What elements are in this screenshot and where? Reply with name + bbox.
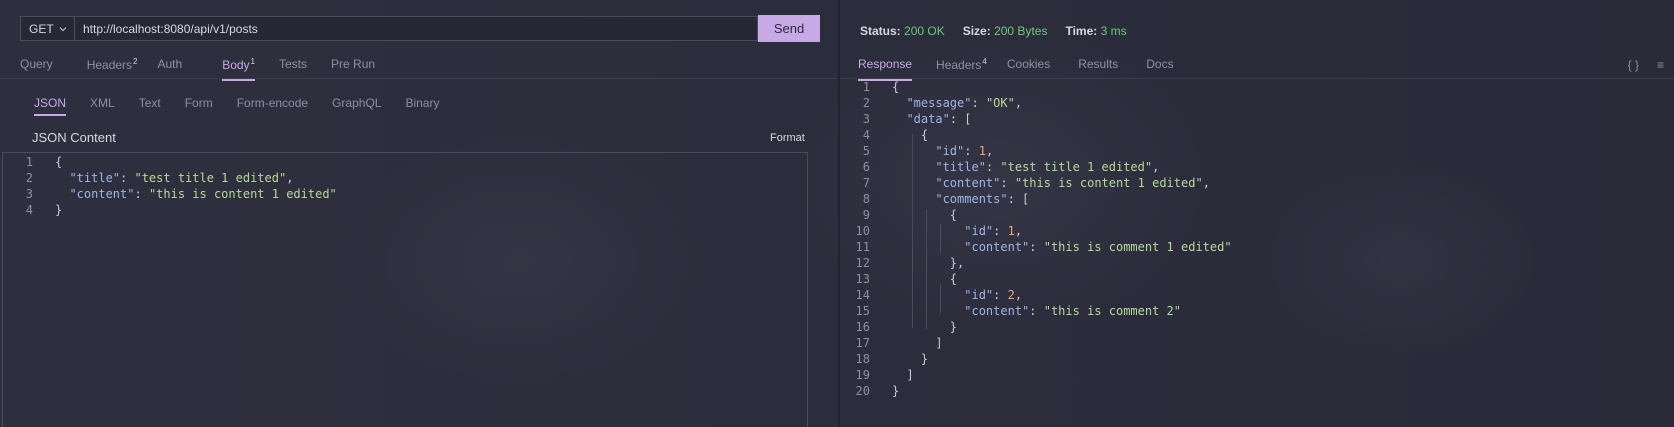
code-line: 19 ] — [855, 368, 914, 382]
code-line: 13 { — [855, 272, 958, 286]
body-type-form-encode[interactable]: Form-encode — [237, 96, 308, 110]
code-line: 4} — [25, 203, 63, 217]
body-type-binary[interactable]: Binary — [405, 96, 439, 110]
body-type-graphql[interactable]: GraphQL — [332, 96, 381, 110]
method-label: GET — [29, 21, 54, 36]
code-line: 10 "id": 1, — [855, 224, 1023, 238]
code-line: 7 "content": "this is content 1 edited", — [862, 176, 1210, 190]
code-line: 3 "content": "this is content 1 edited" — [25, 187, 337, 201]
tab-query[interactable]: Query — [20, 57, 53, 79]
tab-response[interactable]: Response — [858, 57, 913, 81]
code-line: 18 } — [855, 352, 929, 366]
url-bar: GET http://localhost:8080/api/v1/posts S… — [20, 15, 820, 43]
url-text: http://localhost:8080/api/v1/posts — [83, 21, 258, 36]
code-line: 1{ — [862, 80, 900, 94]
tab-headers[interactable]: Headers2 — [87, 57, 138, 79]
body-type-form[interactable]: Form — [185, 96, 213, 110]
tab-auth[interactable]: Auth — [158, 57, 183, 79]
code-line: 4 { — [862, 128, 929, 142]
code-line: 15 "content": "this is comment 2" — [855, 304, 1182, 318]
response-toolbar: { } ≡ — [1628, 58, 1664, 72]
code-line: 2 "title": "test title 1 edited", — [25, 171, 294, 185]
body-type-tabs: JSON XML Text Form Form-encode GraphQL B… — [34, 96, 463, 116]
format-button[interactable]: Format — [770, 132, 805, 144]
body-type-json[interactable]: JSON — [34, 96, 67, 116]
code-line: 6 "title": "test title 1 edited", — [862, 160, 1160, 174]
size-field: Size: 200 Bytes — [962, 24, 1048, 38]
tab-tests[interactable]: Tests — [279, 57, 307, 79]
tabs-divider — [0, 78, 838, 79]
request-body-editor[interactable]: 1{ 2 "title": "test title 1 edited", 3 "… — [2, 152, 808, 427]
time-field: Time: 3 ms — [1065, 24, 1127, 38]
body-type-text[interactable]: Text — [139, 96, 161, 110]
tab-body[interactable]: Body1 — [222, 57, 255, 81]
indent-guide — [940, 224, 941, 254]
code-line: 5 "id": 1, — [862, 144, 994, 158]
time-value: 3 ms — [1100, 24, 1127, 38]
json-content-label: JSON Content — [32, 130, 116, 145]
code-line: 11 "content": "this is comment 1 edited" — [855, 240, 1232, 254]
response-status-bar: Status: 200 OK Size: 200 Bytes Time: 3 m… — [860, 24, 1127, 38]
code-line: 3 "data": [ — [862, 112, 972, 126]
size-value: 200 Bytes — [994, 24, 1048, 38]
indent-guide — [926, 209, 927, 329]
response-tabs: Response Headers4 Cookies Results Docs — [858, 57, 1198, 81]
code-line: 17 ] — [855, 336, 943, 350]
response-body-viewer[interactable]: 1{ 2 "message": "OK", 3 "data": [ 4 { 5 … — [840, 79, 1232, 399]
response-pane: Status: 200 OK Size: 200 Bytes Time: 3 m… — [840, 0, 1674, 427]
code-line: 1{ — [25, 155, 63, 169]
send-button[interactable]: Send — [758, 15, 820, 42]
request-pane: GET http://localhost:8080/api/v1/posts S… — [0, 0, 838, 427]
tab-pre-run[interactable]: Pre Run — [331, 57, 375, 79]
indent-guide — [912, 134, 913, 328]
request-tabs: Query Headers2 Auth Body1 Tests Pre Run — [20, 57, 399, 81]
tab-cookies[interactable]: Cookies — [1007, 57, 1050, 79]
code-line: 2 "message": "OK", — [862, 96, 1023, 110]
tab-results[interactable]: Results — [1078, 57, 1118, 79]
code-line: 20} — [855, 384, 900, 398]
braces-icon[interactable]: { } — [1628, 58, 1639, 72]
url-input[interactable]: http://localhost:8080/api/v1/posts — [74, 16, 758, 41]
method-select[interactable]: GET — [20, 16, 74, 41]
code-line: 9 { — [862, 208, 958, 222]
menu-icon[interactable]: ≡ — [1657, 58, 1664, 72]
status-field: Status: 200 OK — [860, 24, 945, 38]
code-line: 12 }, — [855, 256, 965, 270]
code-line: 14 "id": 2, — [855, 288, 1023, 302]
tab-response-headers[interactable]: Headers4 — [936, 57, 987, 79]
code-line: 16 } — [855, 320, 958, 334]
indent-guide — [940, 284, 941, 314]
chevron-down-icon — [58, 24, 68, 34]
code-line: 8 "comments": [ — [862, 192, 1030, 206]
body-type-xml[interactable]: XML — [90, 96, 115, 110]
status-value: 200 OK — [904, 24, 945, 38]
tab-docs[interactable]: Docs — [1146, 57, 1173, 79]
